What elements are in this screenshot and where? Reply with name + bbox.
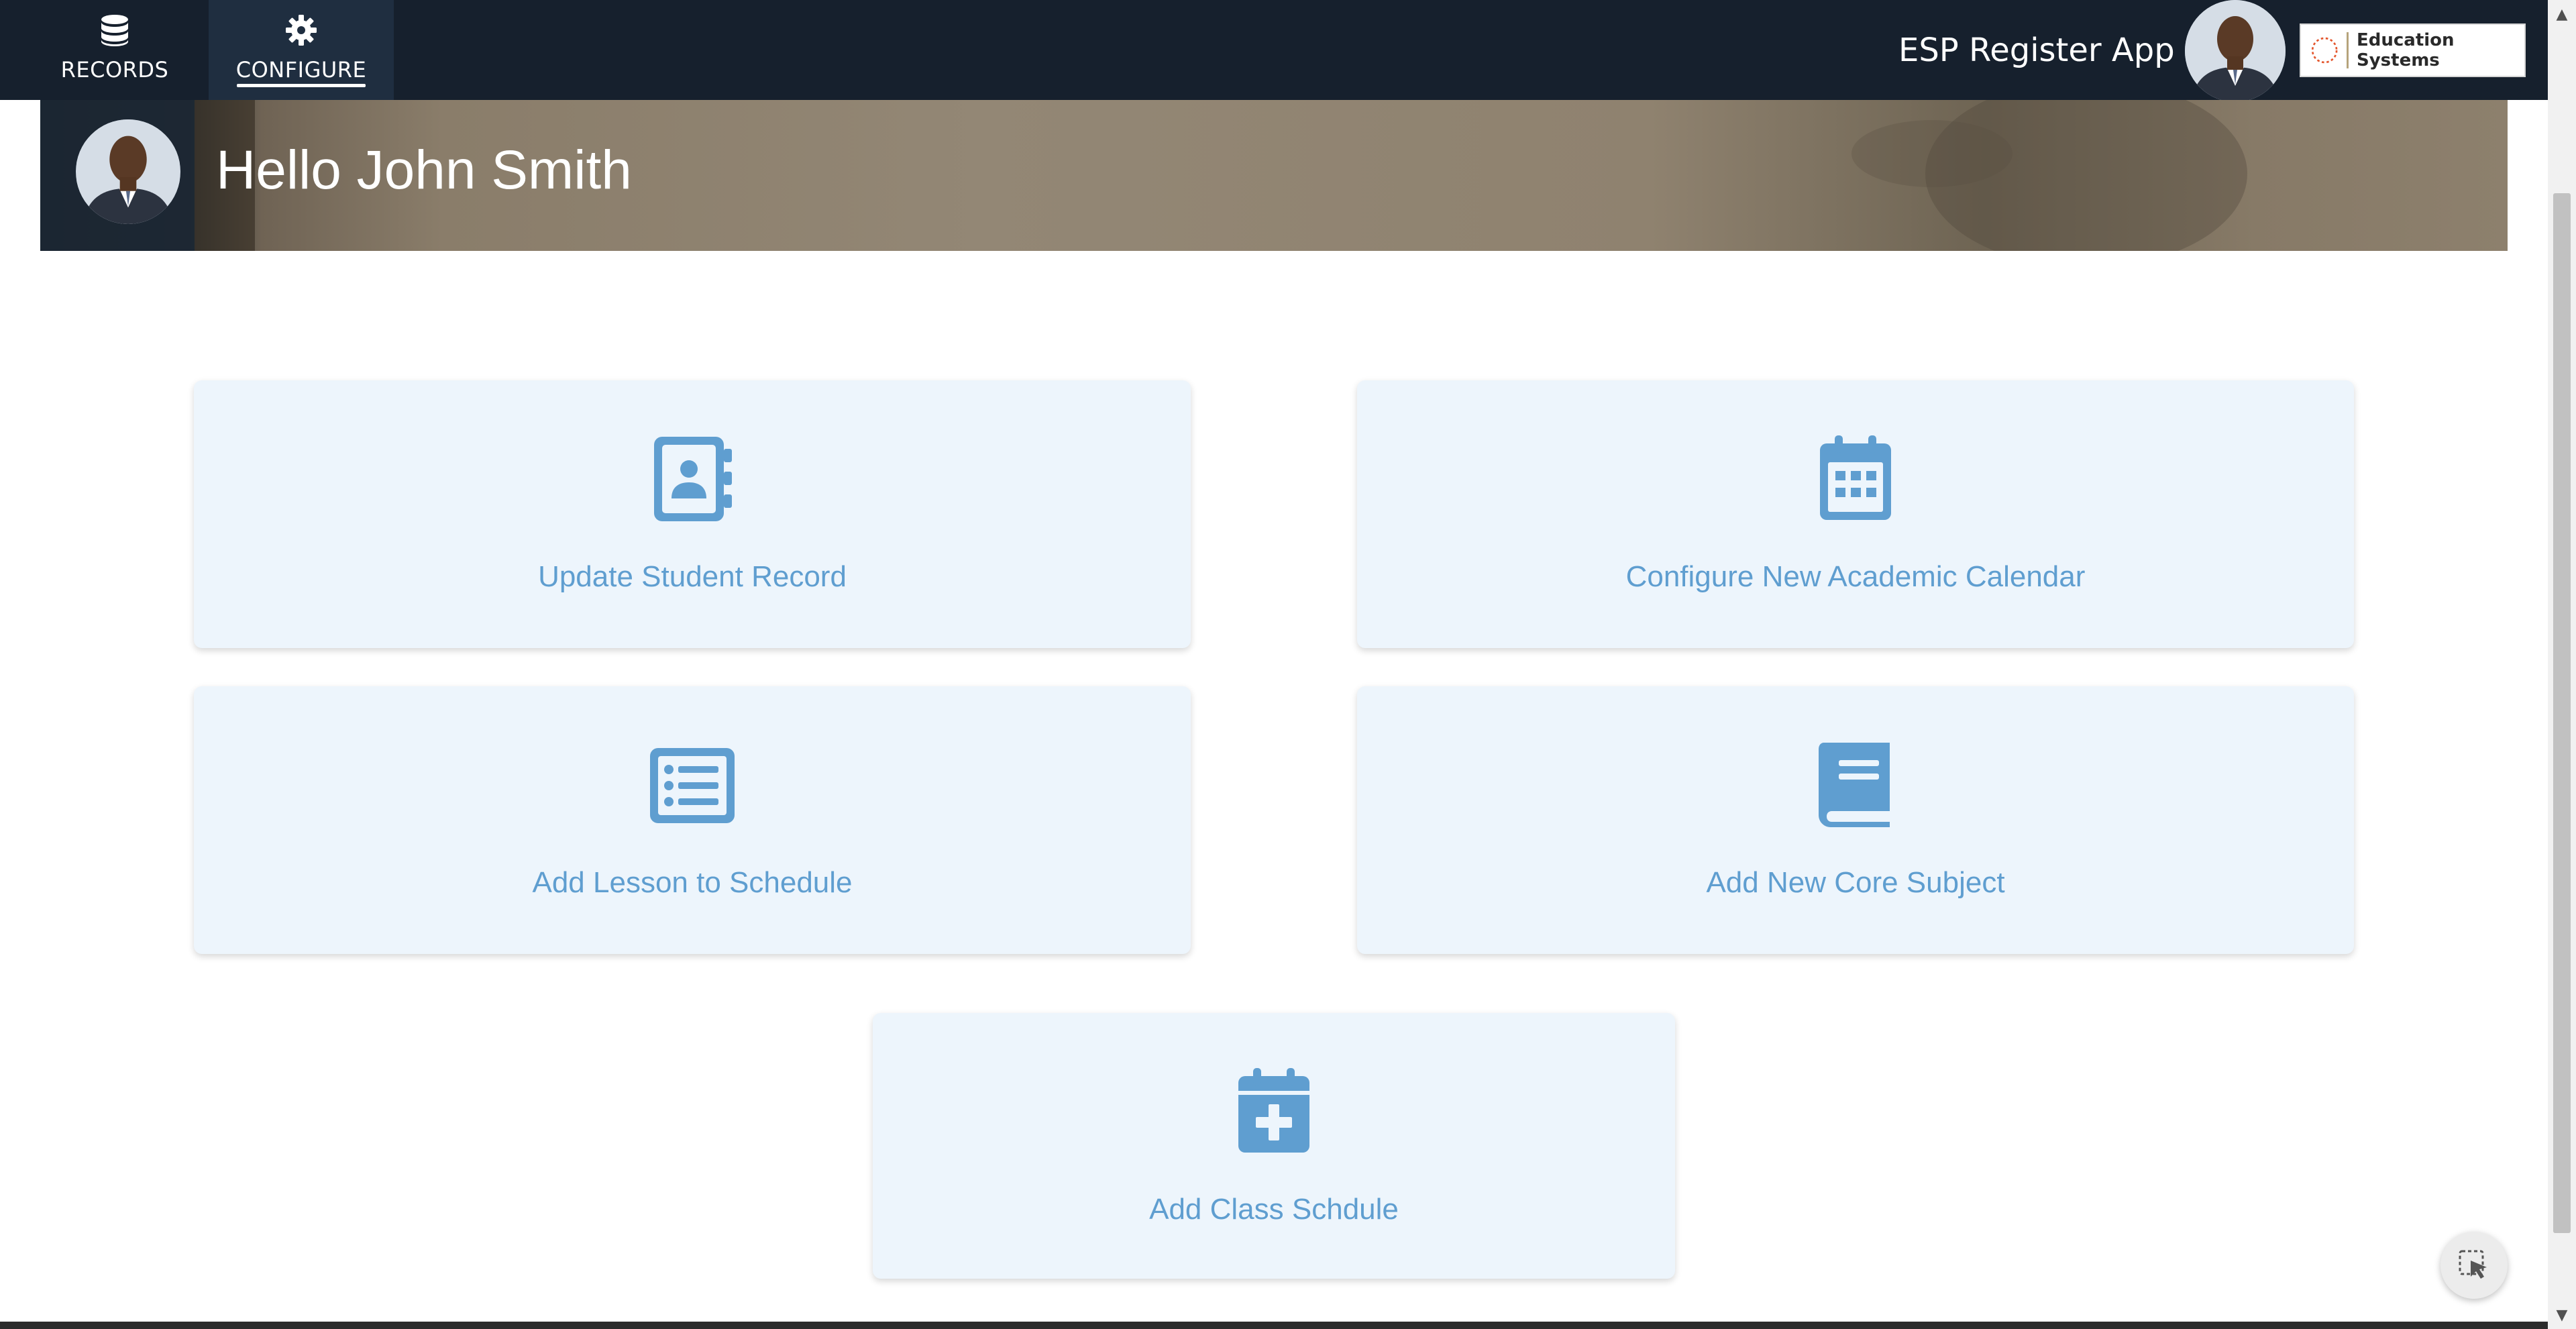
banner-user-avatar [76, 119, 180, 224]
tile-add-new-core-subject[interactable]: Add New Core Subject [1357, 686, 2354, 954]
contact-book-icon [654, 437, 732, 521]
tile-add-lesson-to-schedule[interactable]: Add Lesson to Schedule [194, 686, 1191, 954]
vertical-scrollbar[interactable]: ▲ ▼ [2548, 0, 2576, 1329]
user-avatar-image [2185, 0, 2286, 102]
active-tab-indicator [237, 84, 366, 87]
nav-item-records[interactable]: RECORDS [22, 0, 207, 100]
gear-icon [286, 15, 317, 46]
brand-logo: Education Systems [2300, 23, 2526, 77]
window-bottom-edge [0, 1322, 2548, 1329]
tile-label: Add Class Schdule [1149, 1193, 1399, 1226]
floating-action-button[interactable] [2440, 1232, 2508, 1299]
tile-update-student-record[interactable]: Update Student Record [194, 380, 1191, 648]
app-switcher-dropdown[interactable]: ESP Register App ▼ [1898, 27, 2200, 74]
brand-name: Education Systems [2356, 30, 2455, 70]
cursor-select-icon [2459, 1250, 2487, 1279]
tile-add-class-schedule[interactable]: Add Class Schdule [873, 1013, 1675, 1279]
book-icon [1819, 743, 1890, 827]
banner-avatar-image [76, 119, 180, 224]
database-icon [101, 15, 128, 46]
scrollbar-thumb[interactable] [2553, 193, 2571, 1233]
greeting-heading: Hello John Smith [216, 140, 632, 201]
tile-label: Add Lesson to Schedule [532, 866, 853, 899]
nav-item-configure[interactable]: CONFIGURE [209, 0, 394, 100]
user-avatar[interactable] [2185, 0, 2286, 102]
brand-divider [2347, 32, 2349, 68]
tile-label: Configure New Academic Calendar [1625, 560, 2086, 593]
brand-ring-icon [2311, 37, 2338, 64]
tile-configure-academic-calendar[interactable]: Configure New Academic Calendar [1357, 380, 2354, 648]
app-name: ESP Register App [1898, 32, 2175, 69]
scroll-down-arrow-icon[interactable]: ▼ [2548, 1301, 2576, 1329]
welcome-banner: Hello John Smith [40, 100, 2508, 251]
nav-configure-label: CONFIGURE [235, 57, 367, 83]
top-navigation-bar: RECORDS CONFIGURE ESP Register App ▼ [0, 0, 2548, 102]
calendar-icon [1820, 435, 1891, 520]
nav-records-label: RECORDS [60, 57, 169, 83]
scroll-up-arrow-icon[interactable]: ▲ [2548, 0, 2576, 28]
calendar-plus-icon [1238, 1068, 1309, 1153]
tile-label: Update Student Record [538, 560, 847, 593]
list-icon [650, 748, 735, 823]
tile-label: Add New Core Subject [1706, 866, 2005, 899]
